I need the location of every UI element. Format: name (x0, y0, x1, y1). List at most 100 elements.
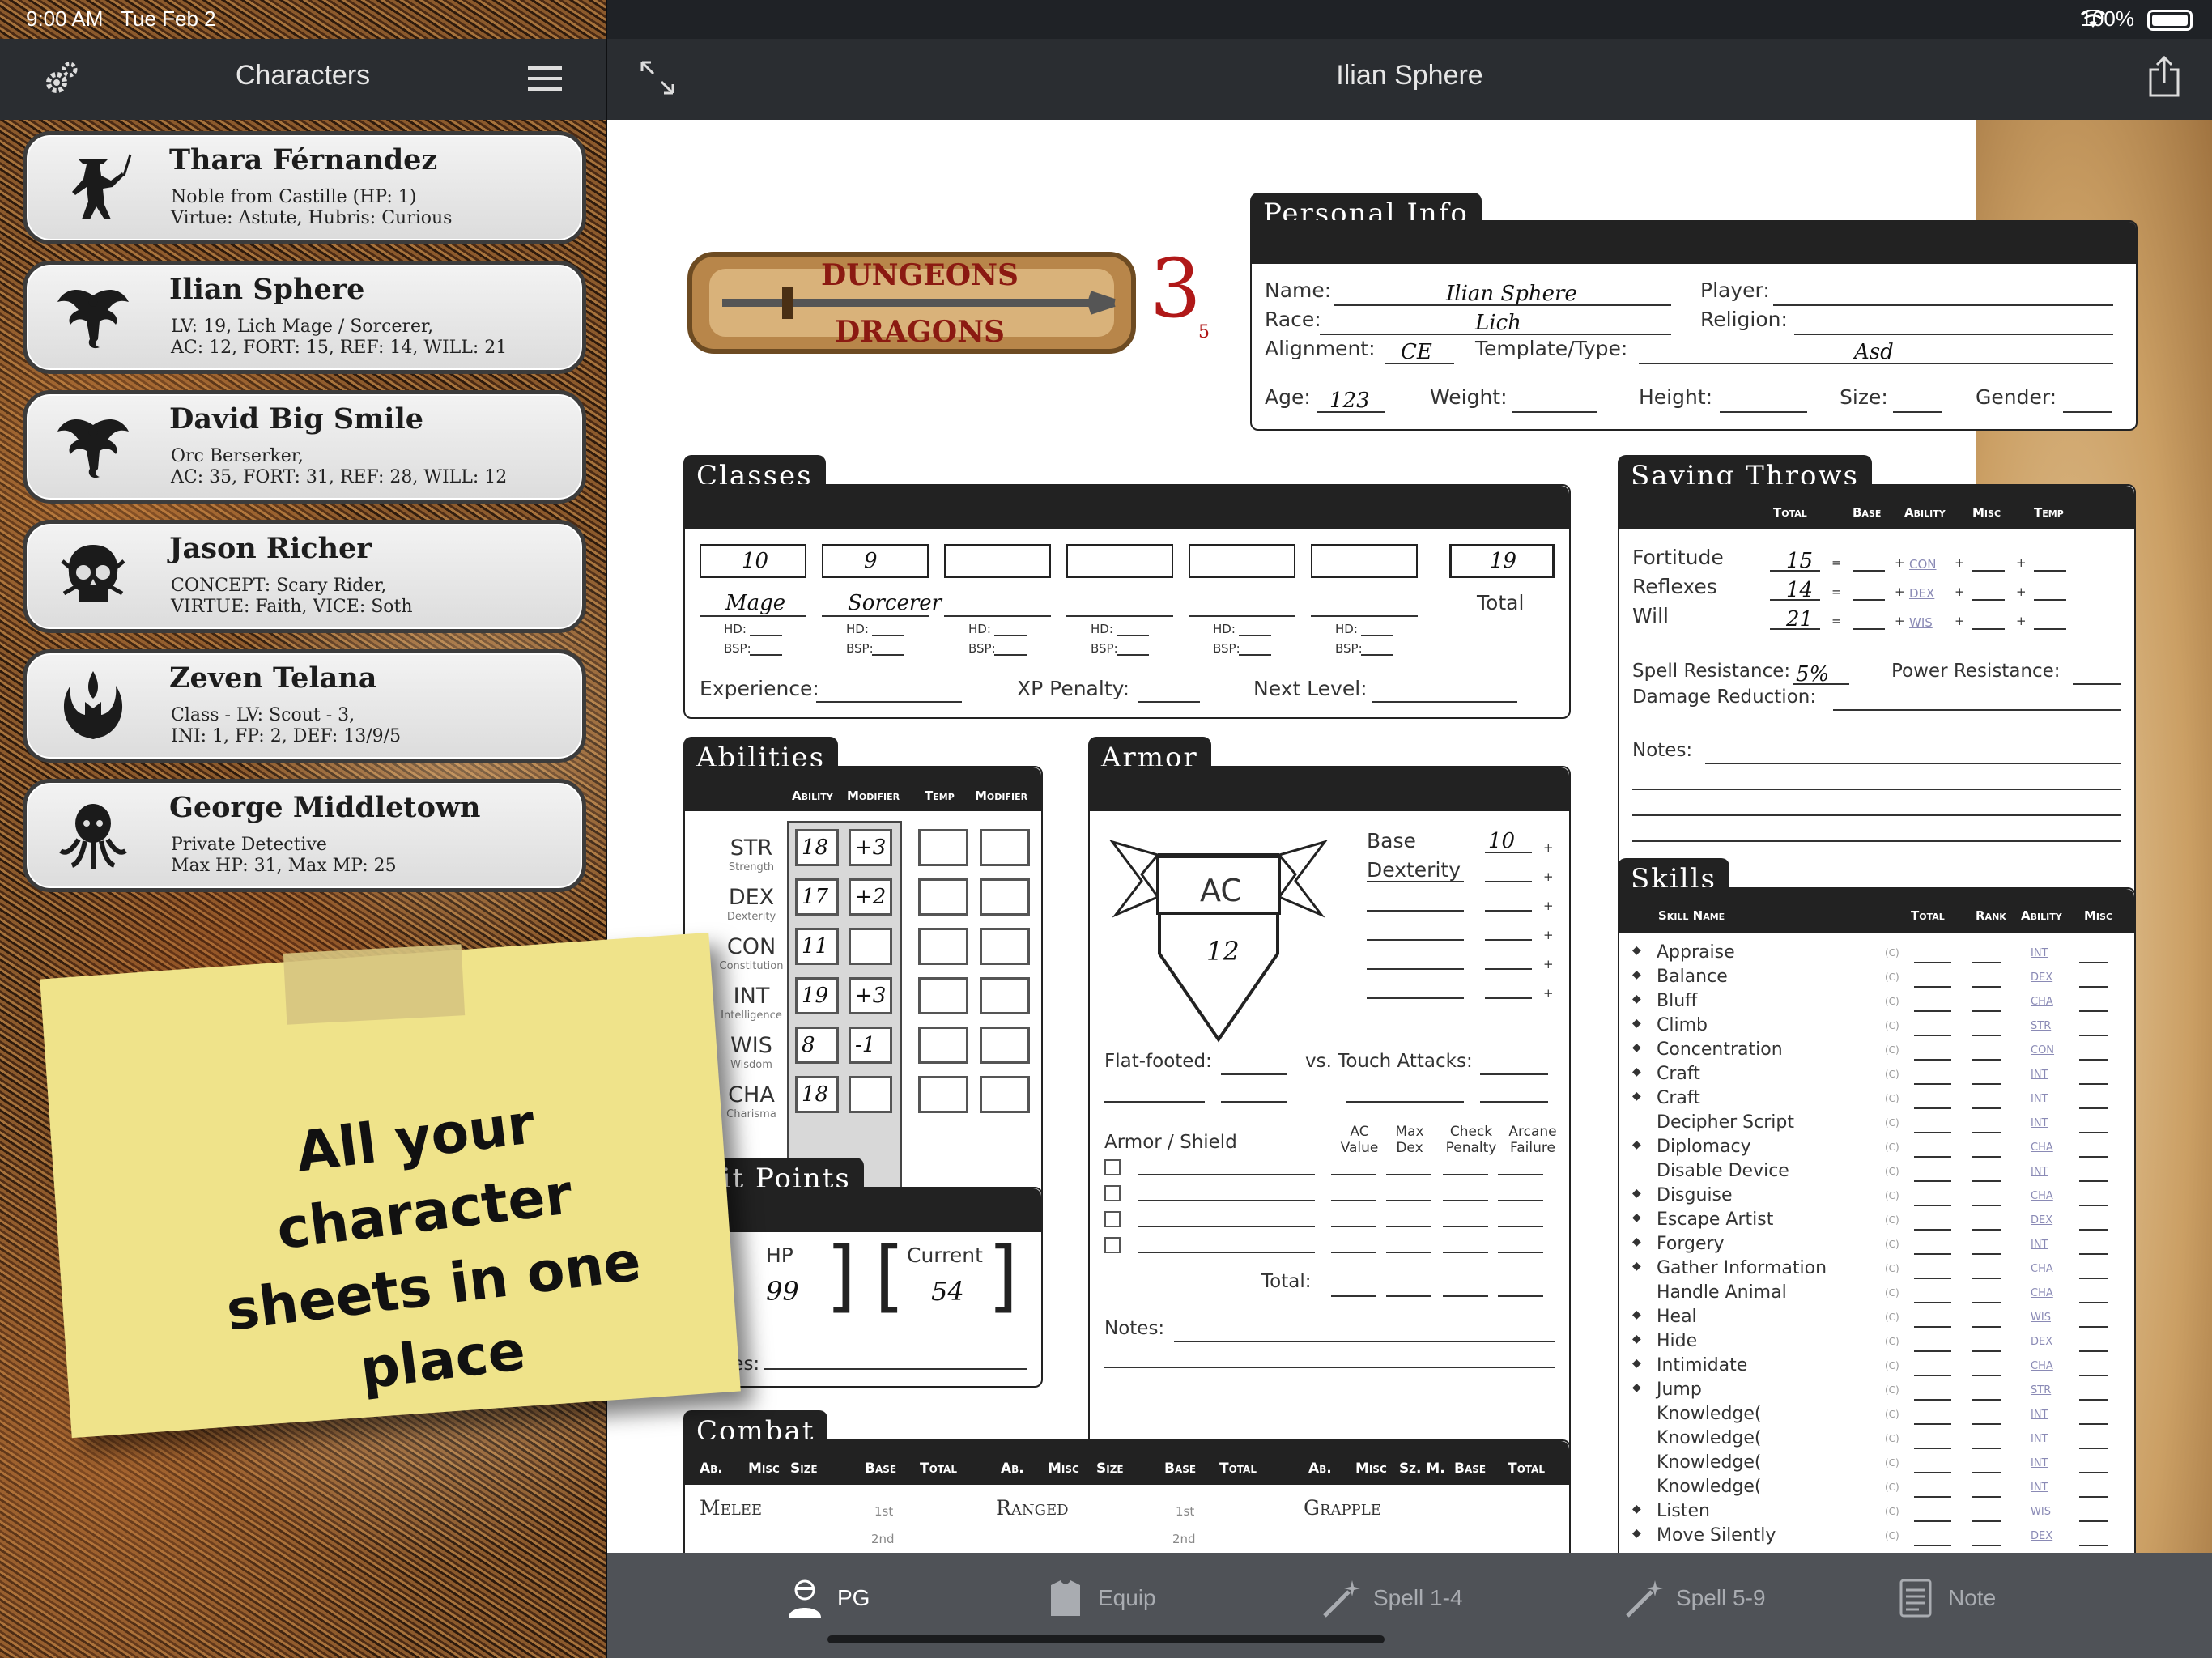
tab-equip[interactable]: Equip (1044, 1577, 1223, 1618)
temp-score-box[interactable] (918, 1027, 968, 1064)
temp-score-box[interactable] (918, 1076, 968, 1113)
temp-mod-box[interactable] (980, 829, 1030, 866)
class-skill-dot: ◆ (1632, 1138, 1641, 1151)
ability-abbr: STR (730, 835, 773, 861)
skull-icon (54, 537, 132, 614)
temp-mod-box[interactable] (980, 1076, 1030, 1113)
armor-checkbox[interactable] (1104, 1237, 1121, 1253)
ability-score[interactable]: 8 (802, 1033, 815, 1057)
share-icon[interactable] (2147, 55, 2181, 97)
race-value[interactable]: Lich (1475, 311, 1521, 335)
armor-checkbox[interactable] (1104, 1185, 1121, 1201)
class-skill-dot: ◆ (1632, 993, 1641, 1005)
ability-score[interactable]: 18 (802, 835, 828, 860)
temp-score-box[interactable] (918, 829, 968, 866)
tab-spell-5-9[interactable]: Spell 5-9 (1623, 1577, 1801, 1618)
class-skill-dot: ◆ (1632, 1065, 1641, 1078)
character-card[interactable]: David Big Smile Orc Berserker, AC: 35, FOR… (23, 390, 586, 504)
ability-abbr: INT (733, 984, 770, 1009)
class-level-box[interactable] (1066, 544, 1173, 578)
total-level[interactable]: 19 (1490, 549, 1516, 573)
class-skill-dot: ◆ (1632, 1333, 1641, 1346)
temp-mod-box[interactable] (980, 1027, 1030, 1064)
class-name[interactable]: Sorcerer (848, 591, 942, 615)
ability-modifier[interactable]: +3 (855, 835, 886, 860)
current-hp-value[interactable]: 54 (931, 1276, 964, 1307)
ability-modifier[interactable]: +2 (855, 885, 886, 909)
combat-box (683, 1439, 1571, 1553)
class-level-box[interactable] (1189, 544, 1295, 578)
ability-score[interactable]: 19 (802, 984, 828, 1008)
hamburger-menu-icon[interactable] (528, 65, 562, 92)
save-label: Reflexes (1632, 575, 1717, 598)
character-card[interactable]: George Middletown Private Detective Max HP… (23, 779, 586, 892)
temp-score-box[interactable] (918, 878, 968, 916)
skill-name: Hide (1657, 1331, 1698, 1351)
ability-mod-box[interactable] (849, 928, 892, 965)
tape (283, 944, 466, 1025)
ac-label: AC (1200, 873, 1242, 908)
class-skill-dot: ◆ (1632, 1211, 1641, 1224)
skill-name: Listen (1657, 1501, 1710, 1521)
max-hp-value[interactable]: 99 (766, 1276, 799, 1307)
temp-mod-box[interactable] (980, 977, 1030, 1014)
ability-modifier[interactable]: +3 (855, 984, 886, 1008)
character-card[interactable]: Ilian Sphere LV: 19, Lich Mage / Sorcerer… (23, 261, 586, 374)
character-detail: INI: 1, FP: 2, DEF: 13/9/5 (171, 726, 402, 746)
class-level-box[interactable] (1311, 544, 1418, 578)
ability-score[interactable]: 11 (802, 934, 828, 959)
class-skill-dot: ◆ (1632, 1381, 1641, 1394)
character-detail: Private Detective (171, 835, 327, 855)
tab-spell-1-4[interactable]: Spell 1-4 (1320, 1577, 1498, 1618)
template-value[interactable]: Asd (1854, 340, 1894, 364)
temp-score-box[interactable] (918, 977, 968, 1014)
character-card[interactable]: Jason Richer CONCEPT: Scary Rider, VIRTUE:… (23, 520, 586, 633)
character-name: Zeven Telana (169, 661, 377, 695)
sheet-title: Ilian Sphere (1336, 60, 1483, 91)
ability-full: Strength (728, 861, 775, 874)
battery-percent: 100% (2080, 6, 2135, 31)
character-name: George Middletown (169, 791, 481, 824)
ability-modifier[interactable]: -1 (855, 1033, 875, 1057)
ability-mod-box[interactable] (849, 1076, 892, 1113)
ability-score[interactable]: 18 (802, 1082, 828, 1107)
ability-score[interactable]: 17 (802, 885, 828, 909)
class-skill-dot: ◆ (1632, 1090, 1641, 1103)
class-skill-dot: ◆ (1632, 1357, 1641, 1370)
character-card[interactable]: Zeven Telana Class - LV: Scout - 3, INI: 1… (23, 649, 586, 763)
tab-note[interactable]: Note (1895, 1577, 2073, 1618)
character-detail: AC: 12, FORT: 15, REF: 14, WILL: 21 (171, 338, 508, 358)
character-card[interactable]: Thara Férnandez Noble from Castille (HP: … (23, 131, 586, 244)
class-level[interactable]: 9 (864, 549, 878, 573)
class-skill-dot: ◆ (1632, 1503, 1641, 1516)
alignment-value[interactable]: CE (1401, 340, 1432, 364)
skill-name: Knowledge( (1657, 1477, 1762, 1497)
skill-name: Intimidate (1657, 1355, 1748, 1375)
save-total[interactable]: 21 (1786, 607, 1813, 631)
tab-label: Equip (1098, 1585, 1156, 1610)
save-total[interactable]: 14 (1786, 578, 1813, 602)
armor-checkbox[interactable] (1104, 1159, 1121, 1175)
temp-score-box[interactable] (918, 928, 968, 965)
armor-checkbox[interactable] (1104, 1211, 1121, 1227)
class-level[interactable]: 10 (742, 549, 768, 573)
class-skill-dot: ◆ (1632, 1527, 1641, 1540)
tab-pg[interactable]: PG (784, 1577, 962, 1618)
save-total[interactable]: 15 (1786, 549, 1813, 573)
age-value[interactable]: 123 (1329, 389, 1370, 413)
character-detail: LV: 19, Lich Mage / Sorcerer, (171, 317, 434, 337)
name-value[interactable]: Ilian Sphere (1446, 282, 1577, 306)
character-name: David Big Smile (169, 402, 424, 436)
skill-name: Gather Information (1657, 1258, 1827, 1278)
skill-name: Knowledge( (1657, 1428, 1762, 1448)
temp-mod-box[interactable] (980, 928, 1030, 965)
temp-mod-box[interactable] (980, 878, 1030, 916)
class-name[interactable]: Mage (725, 591, 785, 615)
character-detail: AC: 35, FORT: 31, REF: 28, WILL: 12 (171, 467, 508, 487)
character-detail: Noble from Castille (HP: 1) (171, 187, 417, 207)
skill-name: Decipher Script (1657, 1112, 1794, 1133)
class-level-box[interactable] (944, 544, 1051, 578)
base-ac-value[interactable]: 10 (1488, 829, 1515, 853)
ac-value[interactable]: 12 (1206, 936, 1240, 967)
spell-resistance-value[interactable]: 5% (1796, 662, 1829, 687)
